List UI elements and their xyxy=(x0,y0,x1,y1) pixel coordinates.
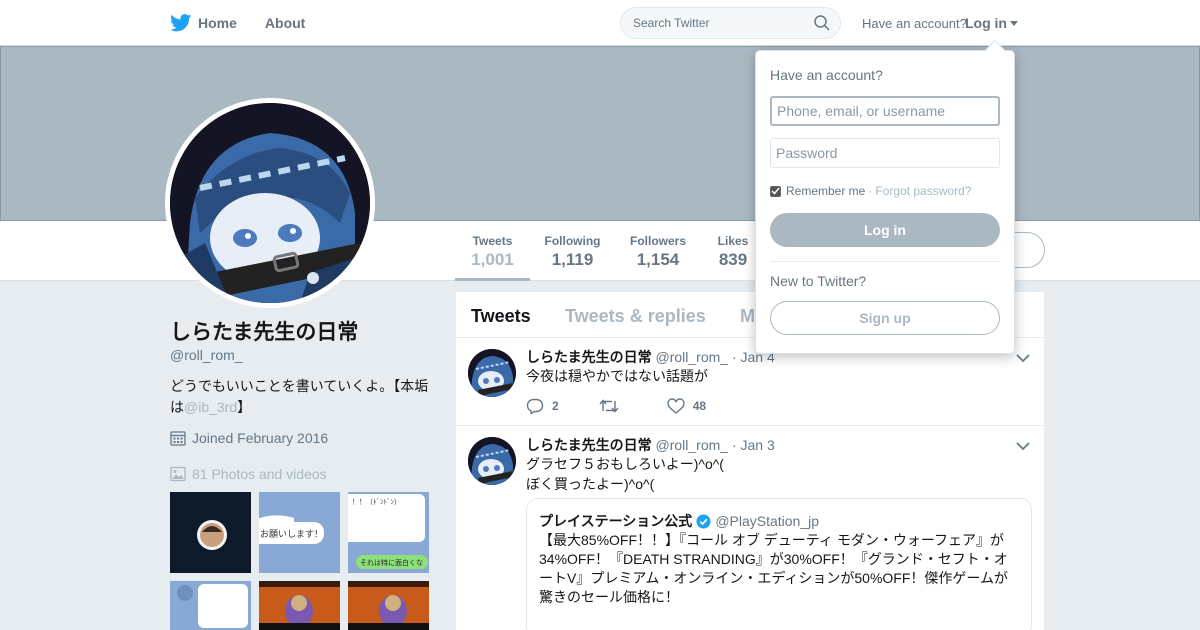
forgot-password-link[interactable]: Forgot password? xyxy=(875,184,971,198)
divider xyxy=(770,261,1000,262)
stat-likes-value: 839 xyxy=(718,250,748,269)
tab-media[interactable]: M xyxy=(740,306,755,327)
nav-home-link[interactable]: Home xyxy=(170,14,237,32)
search-input[interactable] xyxy=(633,16,803,30)
thumbnail-text: ！！（ﾄﾞﾝﾄﾞﾝ） xyxy=(352,498,401,506)
username-input[interactable] xyxy=(770,96,1000,126)
signup-button[interactable]: Sign up xyxy=(770,301,1000,335)
tweet-author-name[interactable]: しらたま先生の日常 xyxy=(526,437,652,453)
tab-tweets[interactable]: Tweets xyxy=(471,306,531,327)
reply-icon xyxy=(526,398,544,414)
like-count: 48 xyxy=(692,399,707,413)
stat-following-value: 1,119 xyxy=(551,250,594,269)
thumbnail-text: お願いします！ xyxy=(260,529,323,540)
bio-mention-link[interactable]: @ib_3rd xyxy=(184,399,237,415)
tweet-text: グラセフ５おもしろいよー)^o^( ぼく買ったよー)^o^( xyxy=(526,454,724,494)
stat-likes[interactable]: Likes 839 xyxy=(712,221,754,281)
tweet-author-handle[interactable]: @roll_rom_ xyxy=(655,437,728,453)
stat-tweets-label: Tweets xyxy=(472,234,513,248)
reply-button[interactable]: 2 xyxy=(526,398,559,414)
tweet[interactable]: しらたま先生の日常 @roll_rom_ · Jan 3 グラセフ５おもしろいよ… xyxy=(456,426,1044,630)
remember-me-checkbox[interactable] xyxy=(770,185,781,197)
search-box xyxy=(620,7,841,39)
stat-followers-label: Followers xyxy=(629,234,686,248)
separator-dot: · xyxy=(868,184,873,198)
photo-thumbnail[interactable]: ！！（ﾄﾞﾝﾄﾞﾝ） それは特に面白くな xyxy=(348,492,429,573)
login-dropdown-toggle[interactable]: Log in xyxy=(965,15,1018,31)
photo-thumbnail[interactable] xyxy=(170,492,251,573)
tweet-author-name[interactable]: しらたま先生の日常 xyxy=(526,349,652,365)
chevron-down-icon[interactable] xyxy=(1016,438,1030,456)
quoted-tweet-header: プレイステーション公式 @PlayStation_jp xyxy=(539,511,819,531)
quoted-tweet[interactable]: プレイステーション公式 @PlayStation_jp 【最大85%OFF！！】… xyxy=(526,498,1032,630)
stat-followers[interactable]: Followers 1,154 xyxy=(625,221,691,281)
login-dropdown-title: Have an account? xyxy=(770,67,883,83)
joined-text: Joined February 2016 xyxy=(192,430,329,446)
have-account-text: Have an account? xyxy=(862,16,967,31)
quoted-tweet-text: 【最大85%OFF！！】『コール オブ デューティ モダン・ウォーフェア』が34… xyxy=(539,532,1008,605)
twitter-bird-icon xyxy=(170,14,192,32)
tweet-actions: 2 48 xyxy=(526,398,746,414)
search-icon[interactable] xyxy=(814,15,830,36)
remember-me-row: Remember me · Forgot password? xyxy=(770,184,971,198)
joined-date: Joined February 2016 xyxy=(170,430,328,446)
nav-about-label: About xyxy=(264,15,306,31)
photo-thumbnail[interactable] xyxy=(170,581,251,630)
profile-name[interactable]: しらたま先生の日常 xyxy=(170,316,358,346)
photo-thumbnail[interactable] xyxy=(348,581,429,630)
nav-about-link[interactable]: About xyxy=(265,15,305,31)
photos-videos-label: 81 Photos and videos xyxy=(192,466,327,482)
nav-left: Home About xyxy=(170,0,333,46)
tab-tweets-and-replies[interactable]: Tweets & replies xyxy=(565,306,706,327)
new-to-twitter-text: New to Twitter? xyxy=(770,273,867,289)
tweet-header: しらたま先生の日常 @roll_rom_ · Jan 3 xyxy=(526,435,775,455)
photos-videos-link[interactable]: 81 Photos and videos xyxy=(170,466,327,482)
password-input[interactable] xyxy=(770,138,1000,168)
tweet-text-line: ぼく買ったよー)^o^( xyxy=(526,476,655,492)
stat-followers-value: 1,154 xyxy=(636,250,680,269)
bio-end: 】 xyxy=(237,399,252,415)
profile-handle[interactable]: @roll_rom_ xyxy=(170,347,243,363)
like-button[interactable]: 48 xyxy=(666,398,707,414)
calendar-icon xyxy=(170,431,186,446)
tweet-header: しらたま先生の日常 @roll_rom_ · Jan 4 xyxy=(526,347,775,367)
profile-avatar[interactable] xyxy=(165,98,375,308)
tweet-date[interactable]: · Jan 3 xyxy=(732,437,775,453)
top-navigation-bar: Home About Have an account? Log in xyxy=(0,0,1200,46)
login-toggle-label: Log in xyxy=(965,15,1007,31)
nav-home-label: Home xyxy=(198,15,237,31)
quoted-author-name: プレイステーション公式 xyxy=(539,513,693,529)
stat-likes-label: Likes xyxy=(717,234,749,248)
tweet-author-handle[interactable]: @roll_rom_ xyxy=(655,349,728,365)
retweet-icon xyxy=(599,399,619,413)
image-icon xyxy=(170,466,186,482)
heart-icon xyxy=(666,398,685,414)
stat-tweets[interactable]: Tweets 1,001 xyxy=(455,221,530,281)
verified-badge-icon xyxy=(696,513,711,529)
chevron-down-icon xyxy=(1010,20,1018,26)
stat-following-label: Following xyxy=(544,234,601,248)
remember-me-label[interactable]: Remember me xyxy=(786,184,865,198)
photo-thumbnail[interactable]: お願いします！ xyxy=(259,492,340,573)
retweet-button[interactable] xyxy=(599,398,627,414)
tweet-avatar[interactable] xyxy=(468,349,516,397)
profile-bio: どうでもいいことを書いていくよ。【本垢は@ib_3rd】 xyxy=(170,376,435,418)
avatar-image xyxy=(170,103,370,303)
tweet-text-line: グラセフ５おもしろいよー)^o^( xyxy=(526,456,724,472)
stat-tweets-value: 1,001 xyxy=(471,250,514,269)
tweet-avatar[interactable] xyxy=(468,437,516,485)
thumbnail-text: それは特に面白くな xyxy=(360,558,423,567)
chevron-down-icon[interactable] xyxy=(1016,350,1030,368)
stat-following[interactable]: Following 1,119 xyxy=(540,221,605,281)
tweet-text: 今夜は穏やかではない話題が xyxy=(526,368,708,384)
login-dropdown: Have an account? Remember me · Forgot pa… xyxy=(755,40,1015,354)
photo-thumbnail[interactable] xyxy=(259,581,340,630)
login-button[interactable]: Log in xyxy=(770,213,1000,247)
quoted-author-handle: @PlayStation_jp xyxy=(715,513,820,529)
reply-count: 2 xyxy=(552,399,559,413)
